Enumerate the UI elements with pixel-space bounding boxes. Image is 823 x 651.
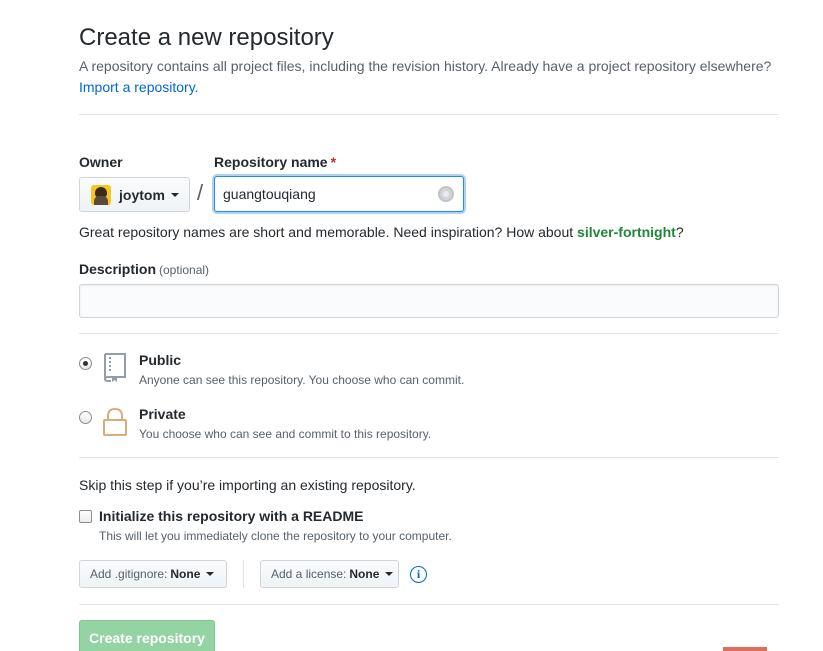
divider	[79, 333, 779, 334]
page-title: Create a new repository	[79, 24, 334, 51]
hint-suffix: ?	[675, 224, 684, 240]
private-description: You choose who can see and commit to thi…	[139, 427, 432, 441]
divider	[79, 604, 779, 605]
owner-repo-separator: /	[197, 180, 204, 205]
vertical-divider	[243, 560, 244, 588]
gitignore-label: Add .gitignore:	[90, 567, 168, 581]
optional-tag: (optional)	[159, 263, 210, 277]
info-icon[interactable]: i	[410, 566, 427, 583]
lock-icon	[103, 407, 127, 436]
chevron-down-icon	[170, 192, 179, 197]
feedback-tab[interactable]	[723, 647, 767, 651]
readme-checkbox[interactable]	[79, 510, 92, 523]
gitignore-value: None	[170, 567, 201, 581]
avatar	[91, 184, 111, 205]
description-input[interactable]	[79, 284, 779, 318]
license-label: Add a license:	[271, 567, 347, 581]
divider	[79, 114, 779, 115]
owner-select-button[interactable]: joytom	[79, 177, 190, 212]
owner-label: Owner	[79, 154, 123, 170]
readme-checkbox-label[interactable]: Initialize this repository with a README	[99, 508, 363, 524]
page-subtitle: A repository contains all project files,…	[79, 58, 772, 74]
chevron-down-icon	[385, 572, 394, 576]
availability-check-icon	[438, 186, 454, 202]
public-title: Public	[139, 352, 182, 368]
description-label-text: Description	[79, 261, 157, 277]
repo-icon	[104, 353, 126, 382]
owner-name: joytom	[119, 186, 165, 203]
private-radio[interactable]	[79, 411, 92, 424]
private-title: Private	[139, 406, 186, 422]
divider	[79, 457, 779, 458]
license-select-button[interactable]: Add a license: None	[260, 560, 399, 588]
skip-note: Skip this step if you’re importing an ex…	[79, 477, 416, 493]
public-description: Anyone can see this repository. You choo…	[139, 373, 465, 387]
required-marker: *	[330, 154, 337, 170]
repository-name-label-text: Repository name	[214, 154, 328, 170]
suggested-name-link[interactable]: silver-fortnight	[577, 224, 676, 240]
import-repository-link[interactable]: Import a repository.	[79, 79, 199, 95]
chevron-down-icon	[206, 572, 215, 576]
license-value: None	[349, 567, 380, 581]
hint-prefix: Great repository names are short and mem…	[79, 224, 578, 240]
description-label: Description (optional)	[79, 261, 209, 277]
gitignore-select-button[interactable]: Add .gitignore: None	[79, 560, 227, 588]
name-suggestion-hint: Great repository names are short and mem…	[79, 224, 684, 240]
create-repository-button[interactable]: Create repository	[79, 620, 215, 651]
repository-name-label: Repository name *	[214, 154, 336, 170]
readme-description: This will let you immediately clone the …	[99, 529, 452, 543]
public-radio[interactable]	[79, 357, 92, 370]
repository-name-input[interactable]	[214, 176, 464, 212]
